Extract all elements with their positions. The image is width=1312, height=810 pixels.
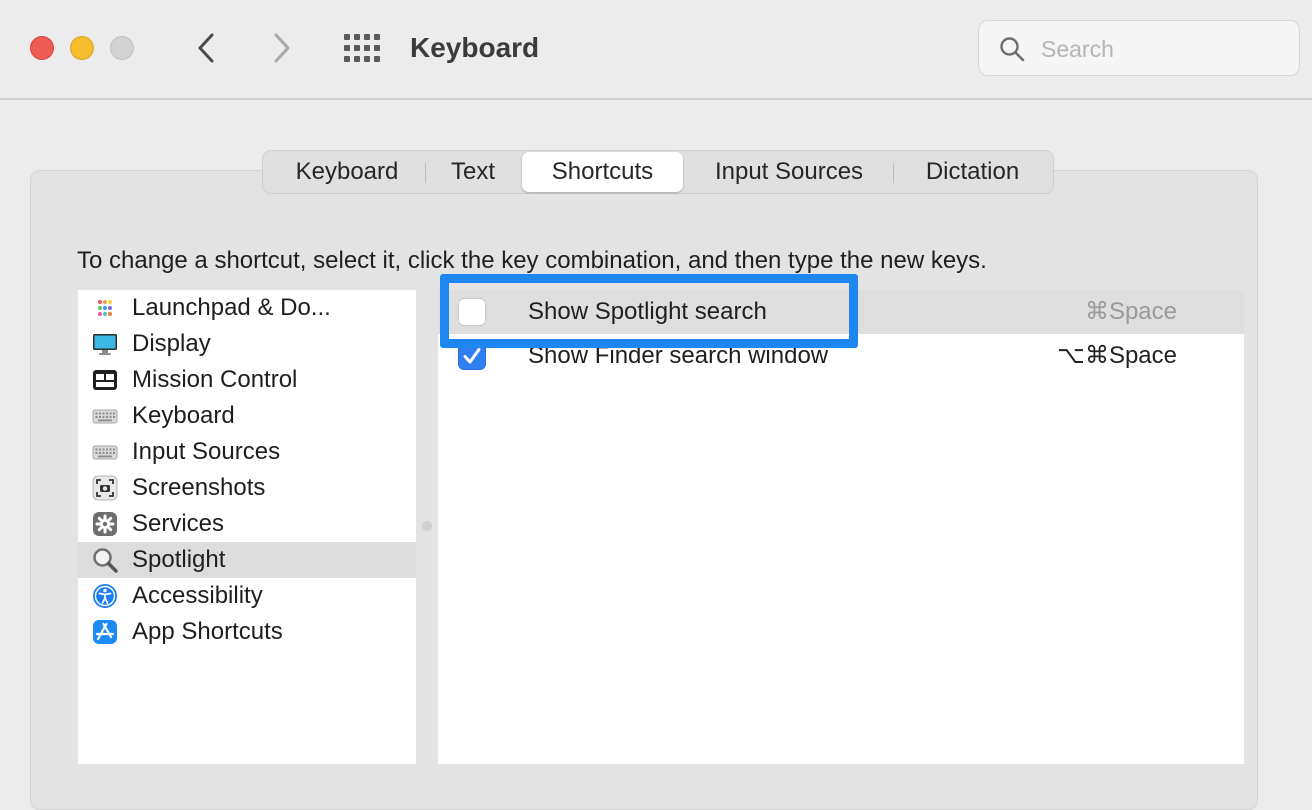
checkmark-icon	[463, 348, 481, 364]
chevron-right-icon	[274, 33, 290, 63]
category-label: Accessibility	[132, 582, 263, 609]
search-field[interactable]	[978, 20, 1300, 76]
window-title: Keyboard	[410, 32, 540, 63]
title-bar: Keyboard	[0, 0, 1312, 100]
magnifier-icon	[93, 548, 118, 573]
category-label: Mission Control	[132, 366, 298, 393]
tab-input-sources[interactable]: Input Sources	[685, 152, 893, 192]
grid-dot	[364, 34, 370, 40]
grid-dot	[374, 56, 380, 62]
zoom-button[interactable]	[110, 36, 134, 60]
shortcut-list[interactable]: Show Spotlight search ⌘Space Show Finder…	[438, 290, 1244, 764]
tab-dictation[interactable]: Dictation	[894, 152, 1051, 192]
category-screenshots[interactable]: Screenshots	[78, 470, 416, 506]
category-list[interactable]: Launchpad & Do... Display Mission Contro…	[78, 290, 416, 764]
shortcut-label: Show Spotlight search	[528, 298, 767, 325]
search-icon	[1000, 37, 1025, 62]
minimize-button[interactable]	[70, 36, 94, 60]
grid-dot	[354, 56, 360, 62]
category-label: Keyboard	[132, 402, 235, 429]
grid-dot	[354, 34, 360, 40]
shortcut-row-show-spotlight-search[interactable]: Show Spotlight search ⌘Space	[438, 290, 1244, 334]
tab-shortcuts[interactable]: Shortcuts	[522, 152, 683, 192]
grid-dot	[364, 45, 370, 51]
grid-dot	[374, 45, 380, 51]
grid-dot	[344, 34, 350, 40]
category-display[interactable]: Display	[78, 326, 416, 362]
category-label: App Shortcuts	[132, 618, 283, 645]
screenshot-icon	[92, 475, 118, 501]
category-input-sources[interactable]: Input Sources	[78, 434, 416, 470]
grid-dot	[354, 45, 360, 51]
shortcut-label: Show Finder search window	[528, 342, 829, 369]
forward-button[interactable]	[262, 28, 302, 68]
mission-control-icon	[93, 370, 117, 390]
category-app-shortcuts[interactable]: App Shortcuts	[78, 614, 416, 650]
grid-dot	[374, 34, 380, 40]
gear-icon	[93, 512, 117, 536]
search-input[interactable]	[1039, 31, 1283, 67]
close-button[interactable]	[30, 36, 54, 60]
shortcut-enabled-checkbox[interactable]	[458, 298, 486, 326]
keyboard-icon	[92, 409, 118, 424]
display-icon	[93, 334, 117, 355]
category-accessibility[interactable]: Accessibility	[78, 578, 416, 614]
category-label: Display	[132, 330, 211, 357]
app-store-icon	[93, 620, 117, 644]
back-button[interactable]	[186, 28, 226, 68]
category-label: Screenshots	[132, 474, 266, 501]
chevron-left-icon	[198, 33, 214, 63]
accessibility-icon	[93, 584, 117, 608]
shortcut-keys[interactable]: ⌥⌘Space	[1057, 334, 1177, 378]
category-launchpad-dock[interactable]: Launchpad & Do...	[78, 290, 416, 326]
category-keyboard[interactable]: Keyboard	[78, 398, 416, 434]
show-all-grid-icon[interactable]	[342, 30, 382, 66]
grid-dot	[364, 56, 370, 62]
grid-dot	[344, 56, 350, 62]
category-label: Input Sources	[132, 438, 281, 465]
shortcut-row-show-finder-search-window[interactable]: Show Finder search window ⌥⌘Space	[438, 334, 1244, 378]
split-view-handle[interactable]	[422, 521, 432, 531]
grid-dot	[344, 45, 350, 51]
instructions-text: To change a shortcut, select it, click t…	[77, 247, 987, 274]
shortcut-enabled-checkbox[interactable]	[458, 342, 486, 370]
tab-text[interactable]: Text	[426, 152, 520, 192]
category-label: Spotlight	[132, 546, 226, 573]
category-label: Services	[132, 510, 225, 537]
keyboard-icon	[92, 445, 118, 460]
category-services[interactable]: Services	[78, 506, 416, 542]
category-mission-control[interactable]: Mission Control	[78, 362, 416, 398]
launchpad-icon	[98, 300, 112, 316]
shortcut-keys[interactable]: ⌘Space	[1085, 290, 1177, 334]
tab-keyboard[interactable]: Keyboard	[269, 152, 425, 192]
category-label: Launchpad & Do...	[132, 294, 331, 321]
tab-bar: Keyboard Text Shortcuts Input Sources Di…	[262, 150, 1054, 194]
category-spotlight[interactable]: Spotlight	[78, 542, 416, 578]
